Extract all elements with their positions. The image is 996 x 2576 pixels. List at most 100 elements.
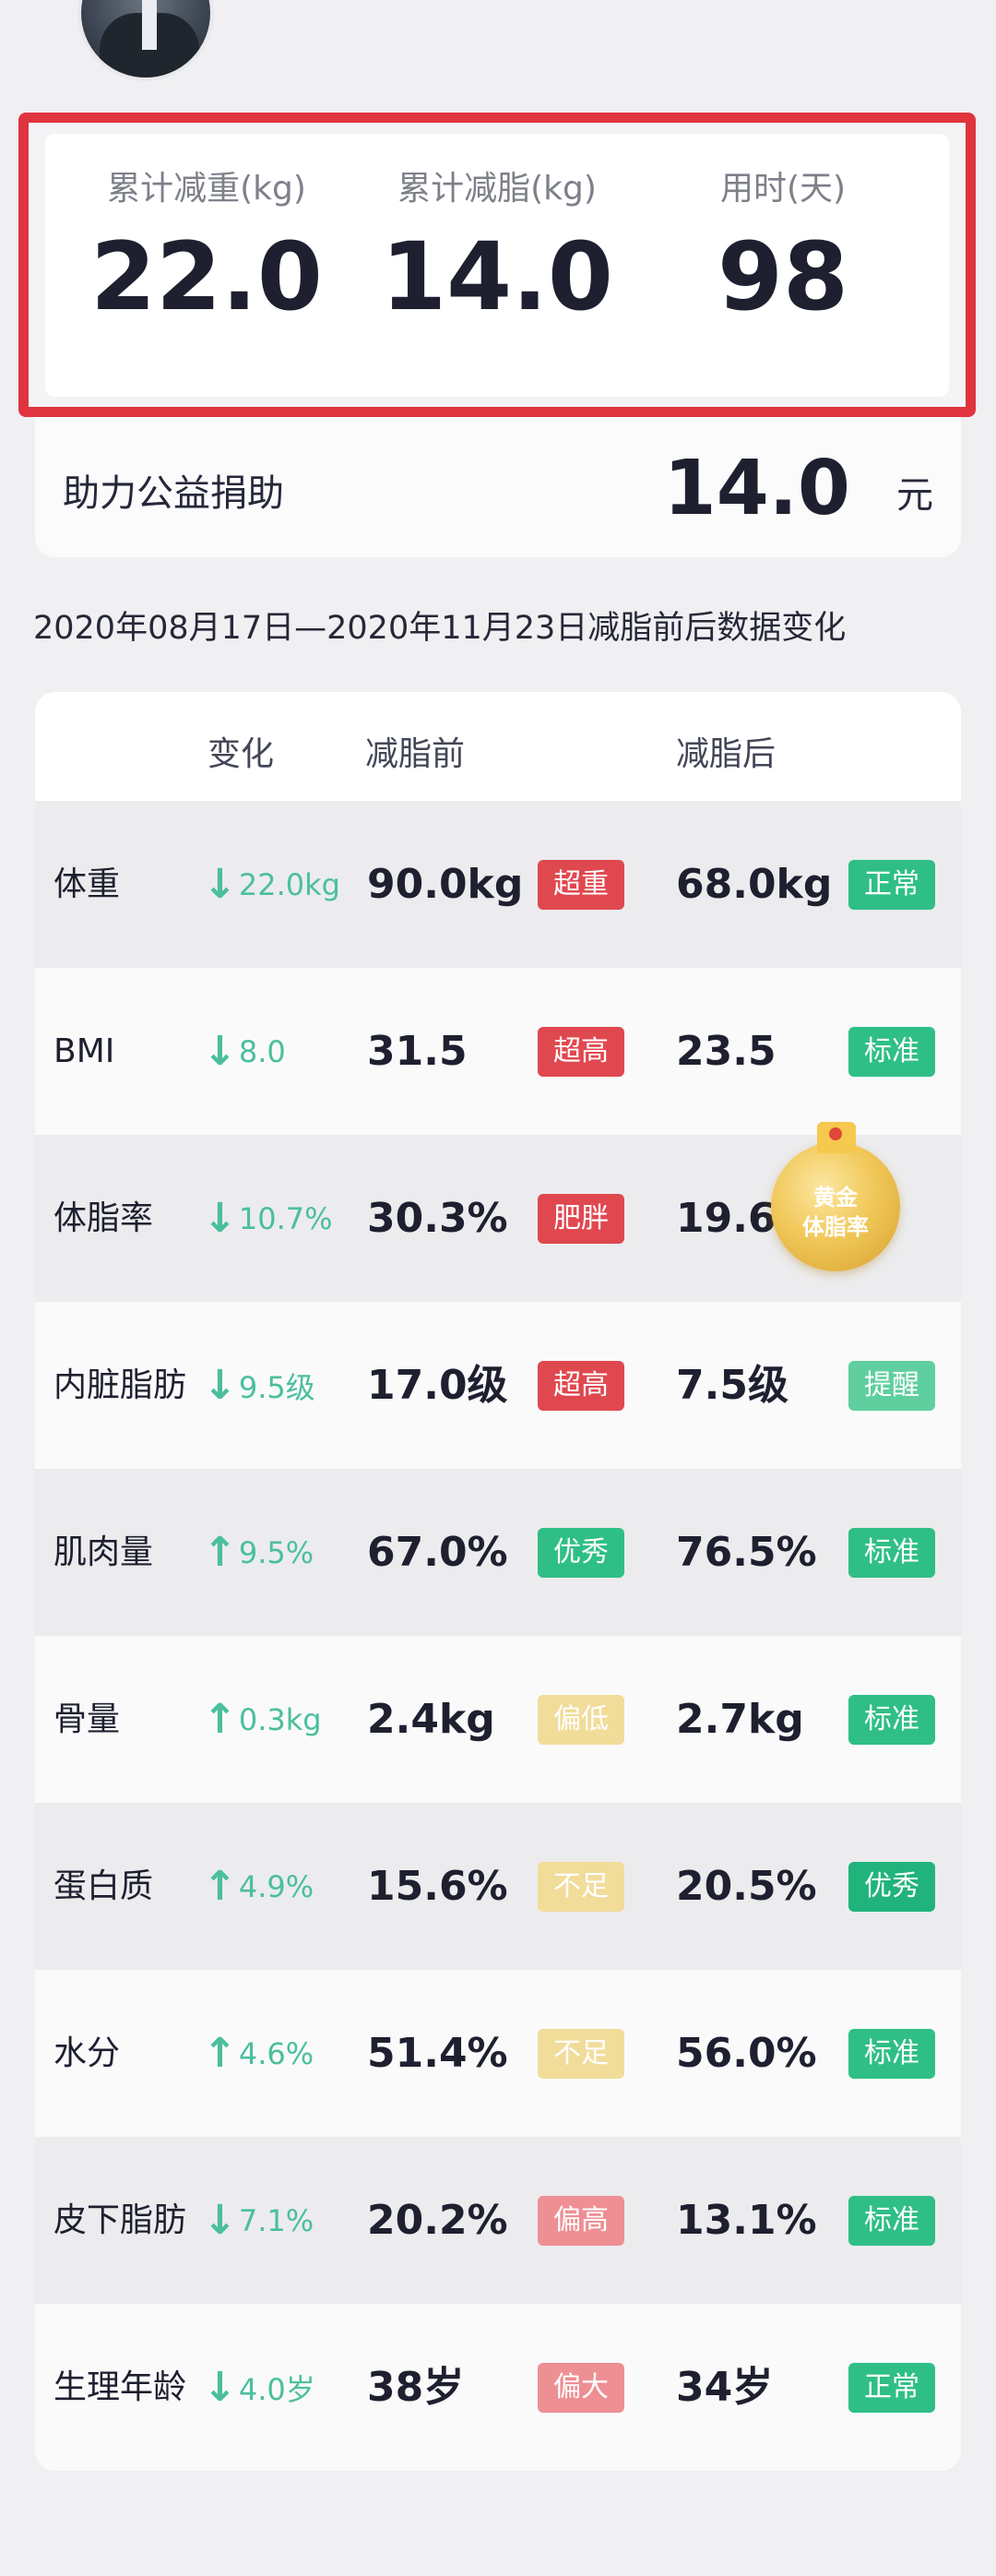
table-row: 肌肉量 ↑ 9.5% 67.0% 优秀 76.5% 标准 <box>35 1469 961 1636</box>
metric-change: ↓ 9.5级 <box>203 1302 315 1469</box>
metric-change: ↓ 7.1% <box>203 2137 314 2304</box>
stat-total-fat-loss: 累计减脂(kg) 14.0 <box>359 161 635 332</box>
stat-value: 98 <box>717 222 848 332</box>
metric-change: ↓ 22.0kg <box>203 801 340 968</box>
stat-label: 累计减重(kg) <box>107 170 306 208</box>
status-badge-before: 肥胖 <box>538 1194 624 1244</box>
stat-days-used: 用时(天) 98 <box>645 161 921 332</box>
arrow-up-icon: ↑ <box>203 1863 237 1910</box>
table-body: 体重 ↓ 22.0kg 90.0kg 超重 68.0kg 正常 BMI ↓ 8.0 31.5 超高 23… <box>35 801 961 2471</box>
metric-change: ↑ 4.9% <box>203 1803 314 1970</box>
arrow-up-icon: ↑ <box>203 1529 237 1576</box>
metric-name: 生理年龄 <box>53 2368 187 2406</box>
stat-label: 累计减脂(kg) <box>397 170 597 208</box>
value-before: 20.2% <box>367 2197 508 2244</box>
change-value: 10.7% <box>238 1200 333 1236</box>
metric-name: 水分 <box>53 2034 121 2072</box>
status-badge-after: 标准 <box>848 1695 935 1745</box>
status-badge-before: 不足 <box>538 1862 624 1912</box>
status-badge-before: 超高 <box>538 1361 624 1411</box>
summary-card: 累计减重(kg) 22.0 累计减脂(kg) 14.0 用时(天) 98 <box>45 134 949 397</box>
table-row: 内脏脂肪 ↓ 9.5级 17.0级 超高 7.5级 提醒 <box>35 1302 961 1469</box>
arrow-down-icon: ↓ <box>203 1195 237 1242</box>
change-value: 7.1% <box>238 2202 314 2238</box>
status-badge-after: 标准 <box>848 1027 935 1077</box>
value-before: 15.6% <box>367 1863 508 1910</box>
arrow-down-icon: ↓ <box>203 1362 237 1409</box>
status-badge-before: 优秀 <box>538 1528 624 1578</box>
status-badge-after: 正常 <box>848 2363 935 2413</box>
value-before: 90.0kg <box>367 861 524 908</box>
table-row: 水分 ↑ 4.6% 51.4% 不足 56.0% 标准 <box>35 1970 961 2137</box>
change-value: 9.5级 <box>238 1369 315 1405</box>
status-badge-before: 不足 <box>538 2029 624 2079</box>
metric-change: ↑ 4.6% <box>203 1970 314 2137</box>
metric-name: 蛋白质 <box>53 1867 154 1905</box>
value-before: 31.5 <box>367 1028 468 1075</box>
metric-name: 骨量 <box>53 1700 121 1738</box>
metric-change: ↓ 4.0岁 <box>203 2304 315 2471</box>
value-before: 38岁 <box>367 2364 465 2411</box>
period-caption: 2020年08月17日—2020年11月23日减脂前后数据变化 <box>33 610 847 647</box>
metric-name: 皮下脂肪 <box>53 2201 187 2239</box>
arrow-down-icon: ↓ <box>203 2364 237 2411</box>
stat-value: 14.0 <box>381 222 613 332</box>
header-before: 减脂前 <box>365 735 466 773</box>
value-after: 13.1% <box>676 2197 817 2244</box>
arrow-down-icon: ↓ <box>203 861 237 908</box>
change-value: 4.9% <box>238 1868 314 1904</box>
table-row: 皮下脂肪 ↓ 7.1% 20.2% 偏高 13.1% 标准 <box>35 2137 961 2304</box>
stat-value: 22.0 <box>90 222 323 332</box>
status-badge-before: 超高 <box>538 1027 624 1077</box>
arrow-up-icon: ↑ <box>203 2030 237 2077</box>
value-before: 51.4% <box>367 2030 508 2077</box>
change-value: 22.0kg <box>238 866 340 902</box>
metric-change: ↑ 0.3kg <box>203 1636 322 1803</box>
table-row: 骨量 ↑ 0.3kg 2.4kg 偏低 2.7kg 标准 <box>35 1636 961 1803</box>
status-badge-before: 偏大 <box>538 2363 624 2413</box>
value-before: 67.0% <box>367 1529 508 1576</box>
badge-line1: 黄金 <box>813 1185 858 1210</box>
status-badge-before: 偏高 <box>538 2196 624 2246</box>
gold-medal-icon: 黄金 体脂率 <box>771 1122 900 1271</box>
metric-name: 体重 <box>53 865 121 903</box>
donation-label: 助力公益捐助 <box>63 472 284 515</box>
header-change: 变化 <box>208 735 275 773</box>
donation-card: 助力公益捐助 14.0 元 <box>35 417 961 557</box>
donation-amount: 14.0 <box>663 445 850 532</box>
stat-label: 用时(天) <box>719 170 847 208</box>
table-row: 生理年龄 ↓ 4.0岁 38岁 偏大 34岁 正常 <box>35 2304 961 2471</box>
value-after: 23.5 <box>676 1028 777 1075</box>
status-badge-after: 正常 <box>848 860 935 910</box>
value-after: 76.5% <box>676 1529 817 1576</box>
badge-line2: 体脂率 <box>802 1214 869 1240</box>
value-after: 34岁 <box>676 2364 774 2411</box>
donation-unit: 元 <box>896 474 933 517</box>
value-after: 68.0kg <box>676 861 833 908</box>
table-row: 体重 ↓ 22.0kg 90.0kg 超重 68.0kg 正常 <box>35 801 961 968</box>
change-value: 4.0岁 <box>238 2371 315 2407</box>
change-value: 0.3kg <box>238 1701 322 1737</box>
arrow-down-icon: ↓ <box>203 1028 237 1075</box>
metric-name: 肌肉量 <box>53 1533 154 1571</box>
value-after: 7.5级 <box>676 1362 788 1409</box>
status-badge-before: 超重 <box>538 860 624 910</box>
status-badge-before: 偏低 <box>538 1695 624 1745</box>
status-badge-after: 标准 <box>848 2029 935 2079</box>
change-value: 4.6% <box>238 2035 314 2071</box>
arrow-down-icon: ↓ <box>203 2197 237 2244</box>
change-value: 8.0 <box>238 1033 286 1069</box>
metric-change: ↓ 10.7% <box>203 1135 333 1302</box>
summary-card-highlight: 累计减重(kg) 22.0 累计减脂(kg) 14.0 用时(天) 98 <box>18 113 976 417</box>
value-before: 30.3% <box>367 1195 508 1242</box>
table-row: BMI ↓ 8.0 31.5 超高 23.5 标准 <box>35 968 961 1135</box>
gem-icon <box>829 1127 842 1140</box>
value-after: 20.5% <box>676 1863 817 1910</box>
metric-name: 体脂率 <box>53 1199 154 1237</box>
avatar[interactable] <box>77 0 214 81</box>
comparison-table: 变化 减脂前 减脂后 体重 ↓ 22.0kg 90.0kg 超重 68.0kg 正常 BMI ↓… <box>35 692 961 2471</box>
value-after: 2.7kg <box>676 1696 804 1743</box>
avatar-tie <box>142 0 157 50</box>
value-after: 56.0% <box>676 2030 817 2077</box>
metric-change: ↑ 9.5% <box>203 1469 314 1636</box>
